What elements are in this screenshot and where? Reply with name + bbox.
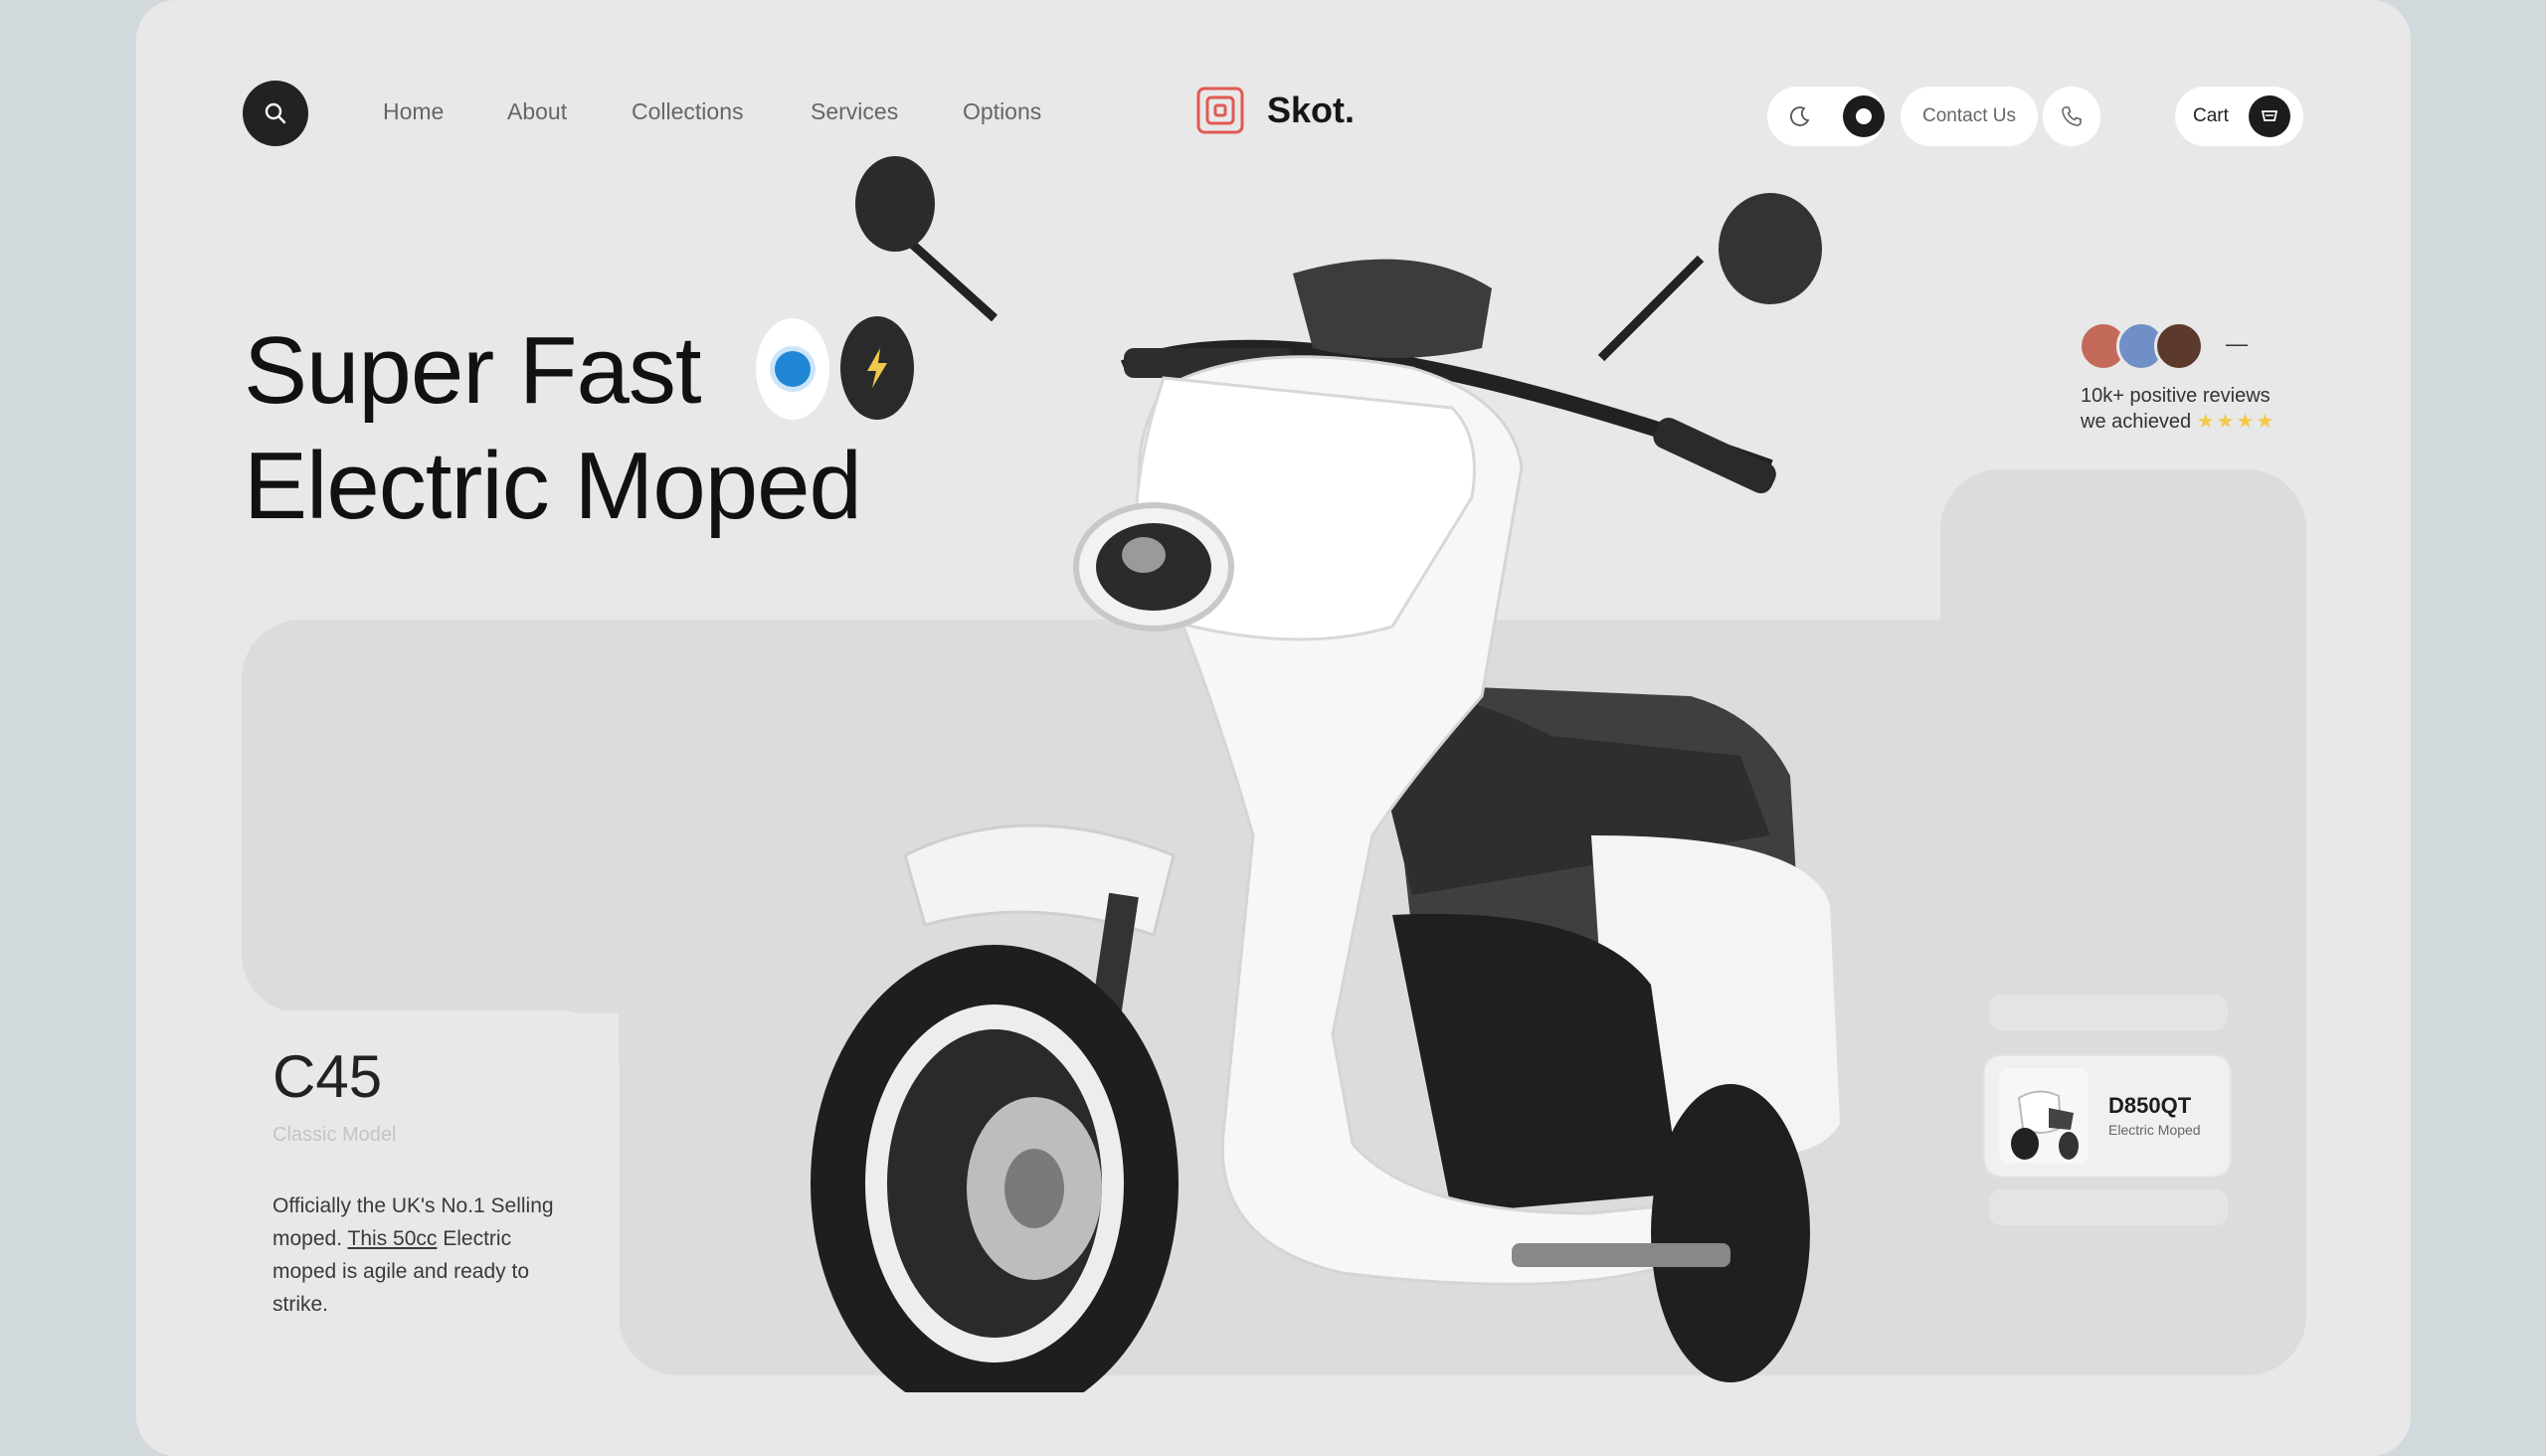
nav-about[interactable]: About bbox=[507, 98, 567, 125]
product-card[interactable] bbox=[1985, 1056, 2230, 1176]
avatar bbox=[2154, 321, 2204, 371]
ghost-card bbox=[1989, 995, 2228, 1030]
search-button[interactable] bbox=[243, 81, 308, 146]
reviews-line2: we achieved bbox=[2081, 411, 2192, 433]
model-subtitle: Classic Model bbox=[273, 1124, 397, 1146]
model-description: Officially the UK's No.1 Selling moped. … bbox=[273, 1189, 571, 1321]
phone-button[interactable] bbox=[2043, 87, 2100, 146]
avatars-dash: — bbox=[2226, 331, 2248, 356]
right-mirror bbox=[1719, 193, 1822, 304]
nav-services[interactable]: Services bbox=[811, 98, 898, 125]
mini-moped-thumbnail bbox=[1999, 1068, 2089, 1164]
left-mirror bbox=[855, 156, 935, 252]
brand-logo[interactable]: Skot. bbox=[1195, 86, 1355, 135]
logo-icon bbox=[1196, 87, 1244, 134]
search-icon bbox=[265, 102, 286, 124]
nav-collections[interactable]: Collections bbox=[632, 98, 744, 125]
contact-us-button[interactable]: Contact Us bbox=[1901, 87, 2038, 146]
moped-image bbox=[811, 156, 1840, 1392]
reviews-line1: 10k+ positive reviews bbox=[2081, 385, 2271, 407]
theme-toggle[interactable] bbox=[1767, 87, 1885, 146]
reviewer-avatars: — bbox=[2079, 321, 2248, 373]
grey-panel-right bbox=[1940, 469, 2306, 1374]
nav-home[interactable]: Home bbox=[383, 98, 444, 125]
reviews-summary: 10k+ positive reviews we achieved ★★★★ bbox=[2081, 383, 2275, 435]
model-code: C45 bbox=[273, 1043, 383, 1110]
nav-options[interactable]: Options bbox=[963, 98, 1041, 125]
desc-link[interactable]: This 50cc bbox=[348, 1227, 438, 1250]
product-card-title: D850QT bbox=[2108, 1093, 2192, 1118]
toggle-knob bbox=[1843, 95, 1885, 137]
hero-title-line1: Super Fast bbox=[244, 317, 702, 424]
cart-label: Cart bbox=[2193, 105, 2229, 126]
product-card-subtitle: Electric Moped bbox=[2108, 1122, 2201, 1138]
ghost-card bbox=[1989, 1189, 2228, 1225]
brand-name: Skot. bbox=[1267, 90, 1356, 130]
moon-icon bbox=[1790, 106, 1810, 126]
rating-stars: ★★★★ bbox=[2196, 411, 2276, 433]
phone-icon bbox=[2062, 106, 2082, 126]
cart-button[interactable]: Cart bbox=[2175, 87, 2303, 146]
cart-icon bbox=[2248, 95, 2290, 137]
